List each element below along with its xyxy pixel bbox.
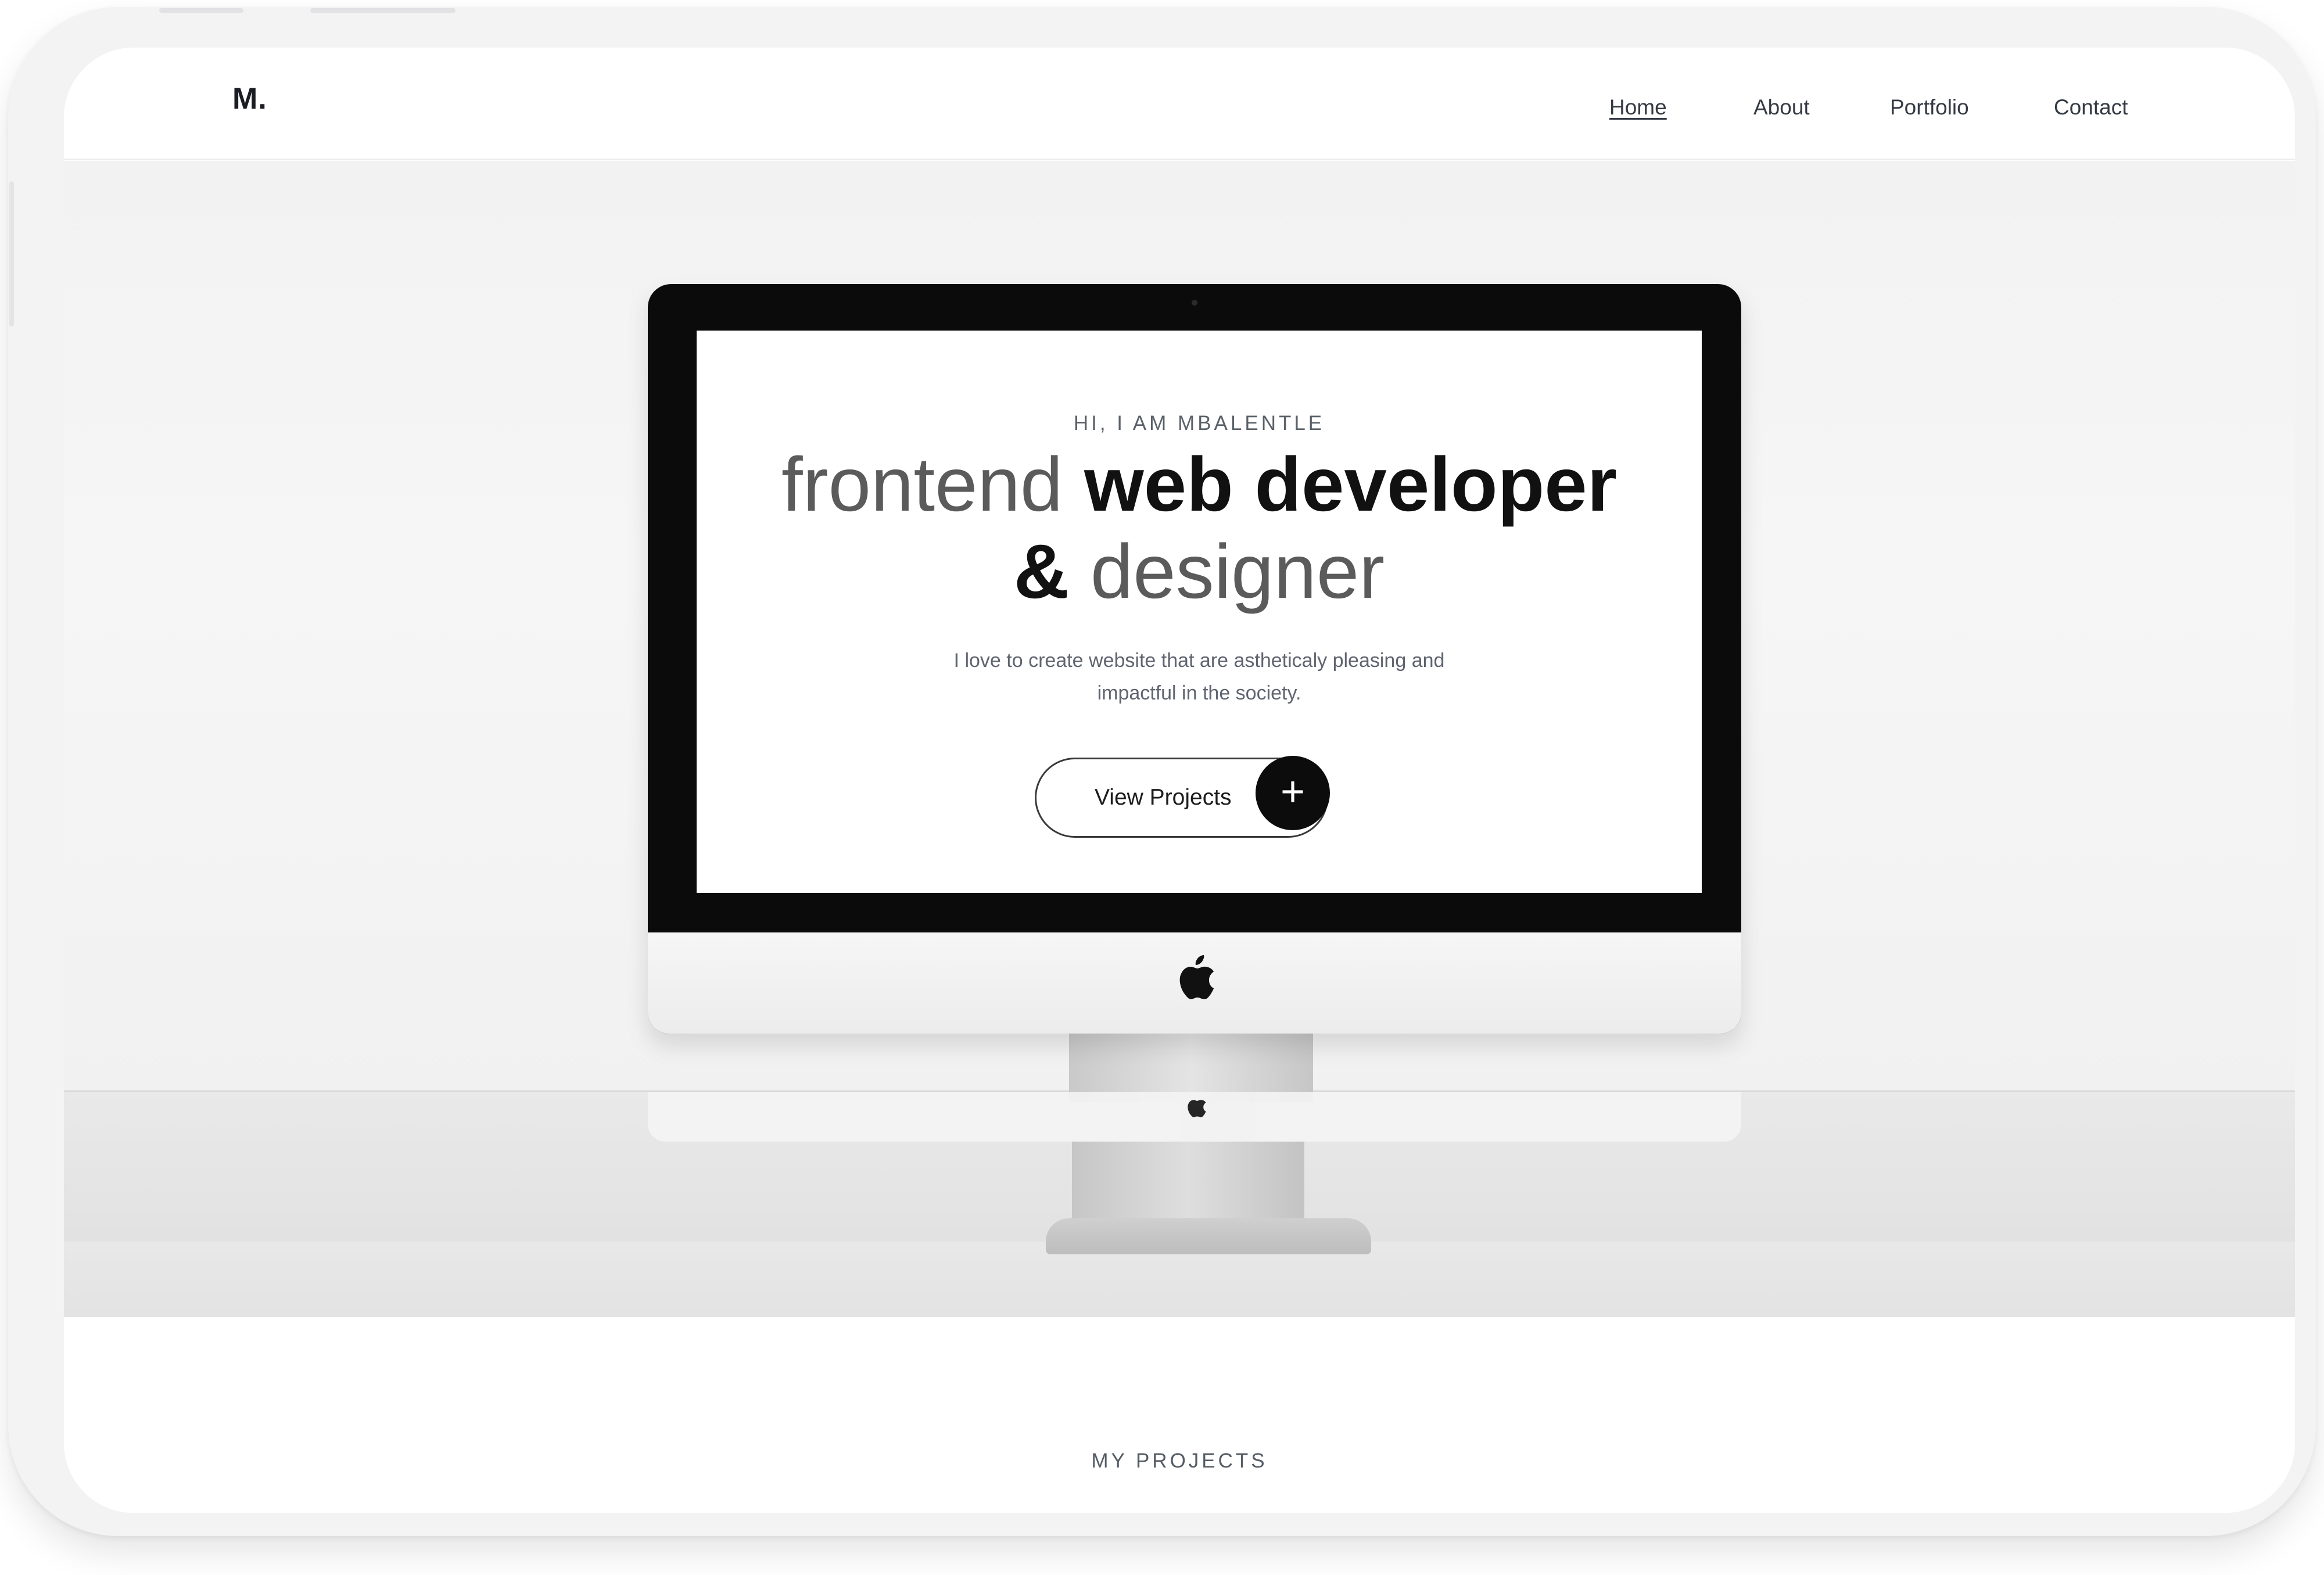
tablet-frame: M. Home About Portfolio Contact HI, I AM…: [8, 7, 2316, 1536]
imac-monitor: HI, I AM MBALENTLE frontend web develope…: [648, 284, 1741, 1034]
apple-logo-icon: [1179, 955, 1214, 999]
main-nav: Home About Portfolio Contact: [64, 95, 2295, 130]
tagline-line-2: impactful in the society.: [1097, 682, 1301, 704]
power-button: [9, 181, 14, 327]
headline-bold-2: &: [1013, 529, 1070, 614]
headline-bold-1: web developer: [1084, 442, 1618, 527]
monitor-display: HI, I AM MBALENTLE frontend web develope…: [697, 331, 1702, 893]
imac-chin: [648, 932, 1741, 1034]
imac-reflection: [648, 1092, 1741, 1142]
plus-icon[interactable]: +: [1256, 756, 1330, 830]
volume-up-button: [159, 8, 243, 13]
camera-dot: [1192, 300, 1197, 306]
imac-stand-foot: [1046, 1218, 1371, 1254]
imac-stand-lower: [1072, 1142, 1304, 1223]
hero-intro: HI, I AM MBALENTLE: [1073, 412, 1325, 435]
projects-section: MY PROJECTS: [64, 1317, 2295, 1513]
site-header: M. Home About Portfolio Contact: [64, 48, 2295, 160]
volume-down-button: [310, 8, 456, 13]
hero-tagline: I love to create website that are asthet…: [917, 644, 1481, 709]
headline-thin-1: frontend: [781, 442, 1063, 527]
imac-stand-neck: [1069, 1032, 1313, 1102]
nav-link-home[interactable]: Home: [1609, 95, 1667, 120]
apple-reflection-icon: [1188, 1100, 1206, 1118]
projects-kicker: MY PROJECTS: [1091, 1450, 1268, 1472]
nav-link-about[interactable]: About: [1753, 95, 1810, 120]
nav-link-portfolio[interactable]: Portfolio: [1890, 95, 1969, 120]
headline-thin-2: designer: [1090, 529, 1385, 614]
view-projects-label: View Projects: [1095, 785, 1232, 810]
hero-section: HI, I AM MBALENTLE frontend web develope…: [64, 161, 2295, 1317]
nav-link-contact[interactable]: Contact: [2054, 95, 2128, 120]
screen: M. Home About Portfolio Contact HI, I AM…: [64, 48, 2295, 1513]
hero-headline: frontend web developer & designer: [697, 441, 1702, 615]
view-projects-button[interactable]: View Projects +: [1035, 756, 1330, 838]
tagline-line-1: I love to create website that are asthet…: [953, 650, 1445, 672]
